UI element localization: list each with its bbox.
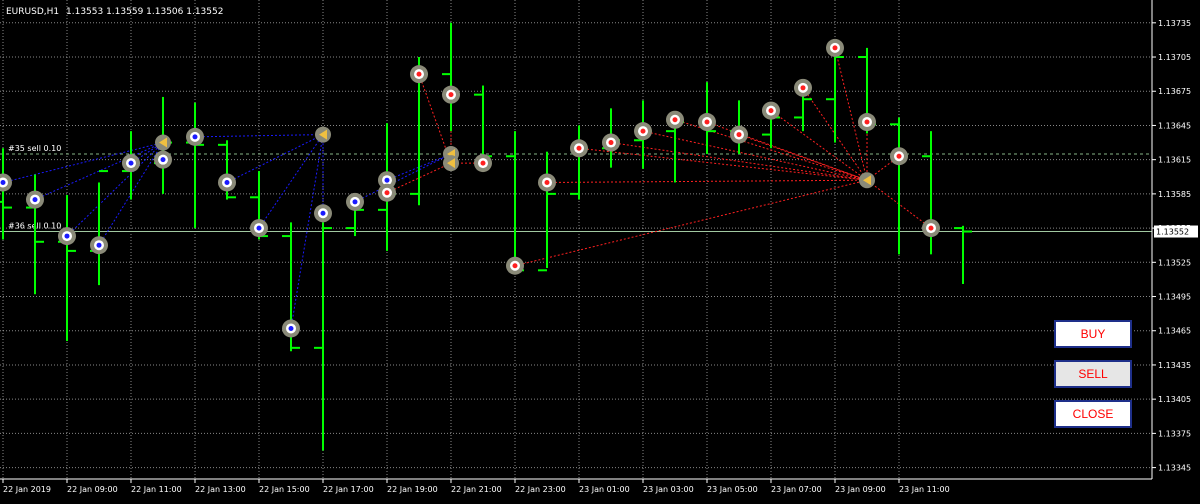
sell-button[interactable]: SELL <box>1054 360 1132 388</box>
buy-link-line <box>194 134 324 138</box>
y-tick-label: 1.13525 <box>1158 258 1191 267</box>
x-tick-label: 23 Jan 03:00 <box>643 485 694 494</box>
x-tick-label: 22 Jan 09:00 <box>67 485 118 494</box>
sell-marker <box>480 160 486 166</box>
x-tick-label: 22 Jan 11:00 <box>131 485 182 494</box>
y-tick-label: 1.13585 <box>1158 190 1191 199</box>
trade-links <box>2 47 932 329</box>
y-tick-label: 1.13615 <box>1158 156 1191 165</box>
axes: 1.13345 1.13375 1.13405 1.13435 1.13465 1.134… <box>0 0 1198 494</box>
buy-marker <box>32 197 38 203</box>
sell-marker <box>672 117 678 123</box>
sell-marker <box>736 132 742 138</box>
x-tick-label: 22 Jan 17:00 <box>323 485 374 494</box>
current-price-label: 1.13552 <box>1156 228 1189 237</box>
x-tick-label: 22 Jan 23:00 <box>515 485 566 494</box>
sell-marker <box>640 128 646 134</box>
y-tick-label: 1.13345 <box>1158 464 1191 473</box>
order-lines: #35 sell 0.10#36 sell 0.10 <box>0 144 1152 233</box>
sell-marker <box>608 140 614 146</box>
sell-marker <box>800 85 806 91</box>
y-tick-label: 1.13705 <box>1158 53 1191 62</box>
buy-marker <box>96 242 102 248</box>
sell-marker <box>544 179 550 185</box>
y-tick-label: 1.13675 <box>1158 87 1191 96</box>
buy-marker <box>320 210 326 216</box>
buy-marker <box>384 177 390 183</box>
sell-marker <box>928 225 934 231</box>
buy-marker <box>192 134 198 140</box>
x-tick-label: 23 Jan 05:00 <box>707 485 758 494</box>
close-button[interactable]: CLOSE <box>1054 400 1132 428</box>
buy-marker <box>256 225 262 231</box>
sell-link-line <box>514 179 868 267</box>
sell-marker <box>448 92 454 98</box>
buy-link-line <box>66 142 164 237</box>
sell-marker <box>768 108 774 114</box>
buy-link-line <box>226 134 324 183</box>
y-tick-label: 1.13435 <box>1158 361 1191 370</box>
sell-marker <box>576 145 582 151</box>
buy-link-line <box>258 134 324 229</box>
y-tick-label: 1.13405 <box>1158 395 1191 404</box>
y-tick-label: 1.13465 <box>1158 327 1191 336</box>
x-tick-label: 23 Jan 01:00 <box>579 485 630 494</box>
order-label: #35 sell 0.10 <box>8 144 61 153</box>
buy-marker <box>128 160 134 166</box>
x-tick-label: 23 Jan 09:00 <box>835 485 886 494</box>
buy-marker <box>0 179 6 185</box>
sell-marker <box>896 153 902 159</box>
sell-marker <box>704 119 710 125</box>
symbol-timeframe: EURUSD,H1 <box>6 7 59 17</box>
buy-marker <box>288 325 294 331</box>
chart-window[interactable]: #35 sell 0.10#36 sell 0.10 1.13345 1.1337… <box>0 0 1200 500</box>
buy-marker <box>160 157 166 163</box>
price-chart[interactable]: #35 sell 0.10#36 sell 0.10 1.13345 1.1337… <box>0 0 1200 500</box>
buy-marker <box>352 199 358 205</box>
y-tick-label: 1.13735 <box>1158 19 1191 28</box>
sell-marker <box>416 71 422 77</box>
sell-marker <box>832 45 838 51</box>
x-tick-label: 22 Jan 13:00 <box>195 485 246 494</box>
buy-link-line <box>354 153 452 203</box>
x-tick-label: 22 Jan 2019 <box>3 485 51 494</box>
y-tick-label: 1.13495 <box>1158 293 1191 302</box>
x-tick-label: 22 Jan 21:00 <box>451 485 502 494</box>
buy-marker <box>224 179 230 185</box>
y-tick-label: 1.13375 <box>1158 429 1191 438</box>
ohlc-bars <box>0 22 972 451</box>
ohlc-readout: 1.13553 1.13559 1.13506 1.13552 <box>66 7 223 17</box>
x-tick-label: 23 Jan 11:00 <box>899 485 950 494</box>
x-tick-label: 22 Jan 19:00 <box>387 485 438 494</box>
sell-marker <box>864 119 870 125</box>
sell-marker <box>512 263 518 269</box>
grid <box>0 0 1152 479</box>
x-tick-label: 22 Jan 15:00 <box>259 485 310 494</box>
trade-markers <box>0 38 940 338</box>
buy-marker <box>64 233 70 239</box>
buy-button[interactable]: BUY <box>1054 320 1132 348</box>
x-tick-label: 23 Jan 07:00 <box>771 485 822 494</box>
y-tick-label: 1.13645 <box>1158 121 1191 130</box>
sell-marker <box>384 190 390 196</box>
